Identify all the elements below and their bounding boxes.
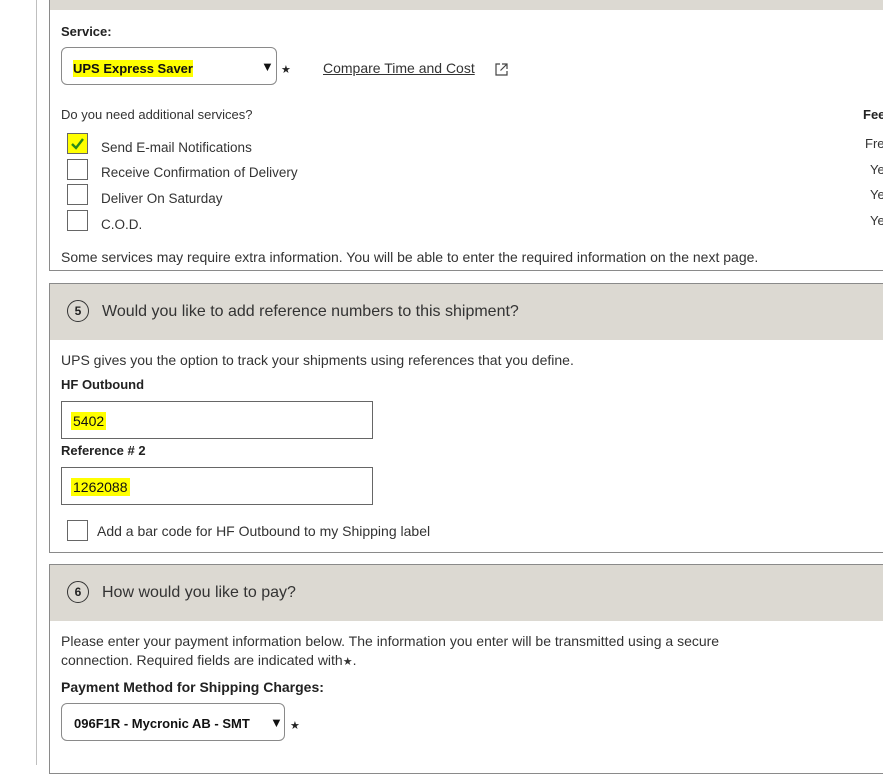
section-6-header: 6 How would you like to pay? bbox=[50, 565, 883, 621]
hf-outbound-input[interactable]: 5402 bbox=[61, 401, 373, 439]
reference-section: 5 Would you like to add reference number… bbox=[49, 283, 883, 553]
required-star-icon: ★ bbox=[342, 656, 353, 668]
payment-method-label: Payment Method for Shipping Charges: bbox=[61, 679, 324, 695]
cod-checkbox[interactable] bbox=[67, 210, 88, 231]
option-fee: Ye bbox=[870, 187, 883, 202]
step-number-5: 5 bbox=[67, 300, 89, 322]
service-label: Service: bbox=[61, 24, 112, 39]
deliver-saturday-checkbox[interactable] bbox=[67, 184, 88, 205]
option-label: Deliver On Saturday bbox=[101, 191, 223, 206]
service-section: Service: UPS Express Saver ▼ ★ Compare T… bbox=[49, 0, 883, 271]
fee-column-header: Fee bbox=[863, 107, 883, 122]
confirmation-delivery-checkbox[interactable] bbox=[67, 159, 88, 180]
payment-intro-line2: connection. Required fields are indicate… bbox=[61, 652, 357, 668]
option-label: Send E-mail Notifications bbox=[101, 140, 252, 155]
option-fee: Ye bbox=[870, 213, 883, 228]
section-5-header: 5 Would you like to add reference number… bbox=[50, 284, 883, 340]
ref1-label: HF Outbound bbox=[61, 377, 145, 392]
section-top-band bbox=[50, 0, 883, 10]
extra-info-note: Some services may require extra informat… bbox=[61, 249, 759, 265]
reference-2-input[interactable]: 1262088 bbox=[61, 467, 373, 505]
hf-outbound-value: 5402 bbox=[71, 412, 107, 430]
barcode-label: Add a bar code for HF Outbound to my Shi… bbox=[97, 523, 431, 539]
section-5-title: Would you like to add reference numbers … bbox=[102, 303, 519, 320]
payment-section: 6 How would you like to pay? Please ente… bbox=[49, 564, 883, 774]
service-select-value: UPS Express Saver bbox=[73, 60, 193, 77]
required-star-icon: ★ bbox=[290, 720, 300, 732]
option-label: C.O.D. bbox=[101, 217, 143, 232]
ref2-label: Reference # 2 bbox=[61, 443, 146, 458]
payment-method-select[interactable]: 096F1R - Mycronic AB - SMT ▼ bbox=[61, 703, 285, 741]
reference-intro: UPS gives you the option to track your s… bbox=[61, 352, 574, 368]
reference-2-value: 1262088 bbox=[71, 478, 130, 496]
barcode-checkbox[interactable] bbox=[67, 520, 88, 541]
chevron-down-icon: ▼ bbox=[261, 59, 274, 74]
external-link-icon[interactable] bbox=[494, 62, 509, 77]
service-select[interactable]: UPS Express Saver ▼ bbox=[61, 47, 277, 85]
page-left-rule bbox=[36, 0, 37, 765]
payment-intro-line1: Please enter your payment information be… bbox=[61, 633, 720, 649]
step-number-6: 6 bbox=[67, 581, 89, 603]
chevron-down-icon: ▼ bbox=[270, 715, 283, 730]
option-fee: Fre bbox=[865, 136, 883, 151]
additional-services-question: Do you need additional services? bbox=[61, 107, 253, 122]
required-star-icon: ★ bbox=[281, 64, 291, 76]
payment-intro-text: connection. Required fields are indicate… bbox=[61, 652, 343, 668]
compare-time-cost-link[interactable]: Compare Time and Cost bbox=[323, 60, 475, 76]
option-fee: Ye bbox=[870, 162, 883, 177]
option-label: Receive Confirmation of Delivery bbox=[101, 165, 298, 180]
intro-period: . bbox=[352, 652, 357, 668]
section-6-title: How would you like to pay? bbox=[102, 584, 296, 601]
checkmark-icon bbox=[71, 138, 84, 150]
payment-method-value: 096F1R - Mycronic AB - SMT bbox=[74, 716, 250, 731]
email-notifications-checkbox[interactable] bbox=[67, 133, 88, 154]
